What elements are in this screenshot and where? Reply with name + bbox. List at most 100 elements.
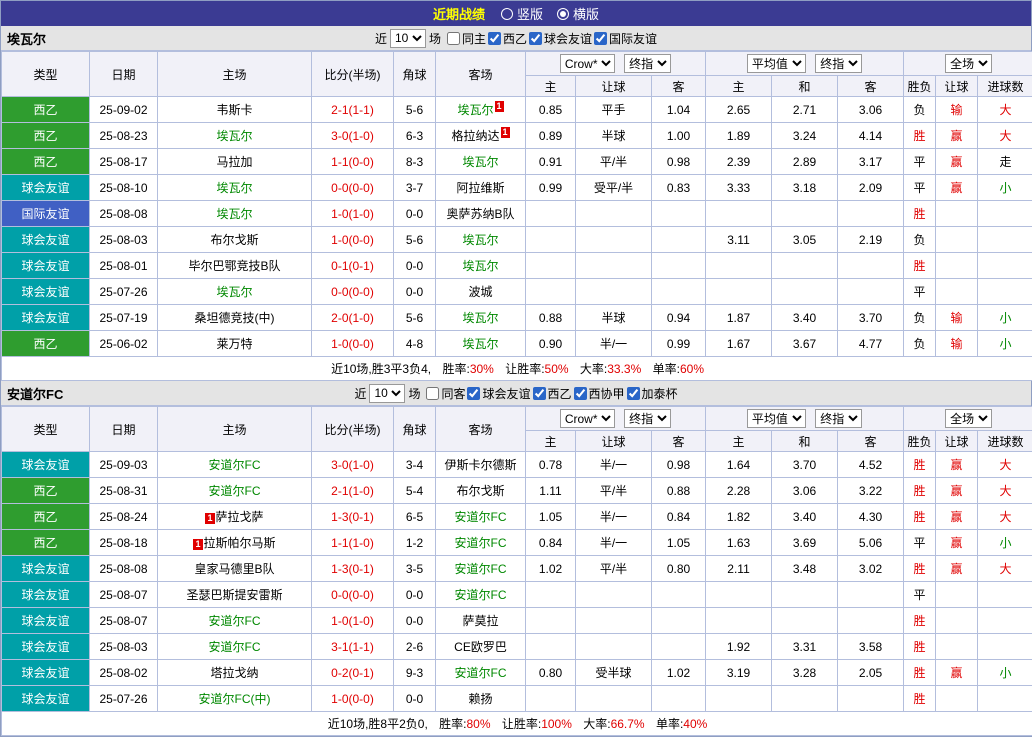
red-card-badge: 1	[193, 539, 202, 550]
same-venue-checkbox[interactable]: 同客	[426, 385, 465, 402]
odds-stage-select-2[interactable]: 终指	[815, 409, 862, 428]
competition-checkbox-input[interactable]	[627, 387, 640, 400]
bookmaker-select[interactable]: Crow*	[560, 54, 615, 73]
odds-stage-select-1[interactable]: 终指	[624, 54, 671, 73]
avg-odds-home	[706, 253, 772, 279]
competition-checkbox-input[interactable]	[488, 32, 501, 45]
avg-odds-away: 4.30	[838, 504, 904, 530]
corners-cell: 5-6	[394, 97, 436, 123]
corners-cell: 8-3	[394, 149, 436, 175]
match-row: 球会友谊 25-07-26 埃瓦尔 0-0(0-0) 0-0 波城 平	[2, 279, 1032, 305]
competition-filter-group: 球会友谊 西乙 西协甲 加泰杯	[465, 385, 677, 402]
radio-icon[interactable]	[557, 8, 569, 20]
handicap-odds-home	[526, 227, 576, 253]
handicap-result-cell: 赢	[936, 556, 978, 582]
layout-radio-option[interactable]: 竖版	[501, 4, 543, 23]
competition-label: 西协甲	[589, 385, 625, 402]
match-row: 球会友谊 25-08-01 毕尔巴鄂竞技B队 0-1(0-1) 0-0 埃瓦尔 …	[2, 253, 1032, 279]
header-row-1: 类型 日期 主场 比分(半场) 角球 客场 Crow* 终指 平均值 终指	[2, 52, 1032, 76]
home-team-name: 埃瓦尔	[216, 207, 252, 221]
avg-odds-home: 1.64	[706, 452, 772, 478]
home-team-cell: 埃瓦尔	[158, 201, 312, 227]
handicap-result-cell: 赢	[936, 149, 978, 175]
handicap-line: 平/半	[576, 149, 652, 175]
match-date: 25-08-08	[90, 201, 158, 227]
odds-stage-select-2[interactable]: 终指	[815, 54, 862, 73]
goals-result-cell: 走	[978, 149, 1032, 175]
handicap-odds-away: 1.00	[652, 123, 706, 149]
fulltime-select[interactable]: 全场	[945, 54, 992, 73]
match-date: 25-09-02	[90, 97, 158, 123]
home-team-cell: 1萨拉戈萨	[158, 504, 312, 530]
home-team-name: 安道尔FC(中)	[199, 692, 271, 706]
radio-icon[interactable]	[501, 8, 513, 20]
sub-home2: 主	[706, 76, 772, 97]
handicap-odds-away	[652, 253, 706, 279]
goals-result-cell	[978, 686, 1032, 712]
avg-odds-away: 3.22	[838, 478, 904, 504]
match-date: 25-07-26	[90, 686, 158, 712]
competition-checkbox-input[interactable]	[533, 387, 546, 400]
col-result: 胜负	[904, 431, 936, 452]
same-venue-checkbox-input[interactable]	[426, 387, 439, 400]
bookmaker-select[interactable]: Crow*	[560, 409, 615, 428]
competition-checkbox[interactable]: 加泰杯	[627, 385, 678, 402]
handicap-odds-home	[526, 253, 576, 279]
corners-cell: 0-0	[394, 582, 436, 608]
competition-checkbox-input[interactable]	[467, 387, 480, 400]
col-goals: 进球数	[978, 76, 1032, 97]
match-row: 球会友谊 25-08-07 圣瑟巴斯提安雷斯 0-0(0-0) 0-0 安道尔F…	[2, 582, 1032, 608]
home-team-cell: 布尔戈斯	[158, 227, 312, 253]
avg-odds-draw: 3.48	[772, 556, 838, 582]
handicap-result-cell	[936, 686, 978, 712]
away-team-cell: 埃瓦尔	[436, 331, 526, 357]
sub-away: 客	[652, 76, 706, 97]
handicap-odds-away	[652, 279, 706, 305]
score-cell: 2-1(1-0)	[312, 478, 394, 504]
away-team-name: 埃瓦尔	[462, 311, 498, 325]
competition-checkbox-input[interactable]	[594, 32, 607, 45]
fulltime-cell: 全场	[904, 407, 1032, 431]
stat-value: 60%	[680, 362, 704, 376]
corners-cell: 5-4	[394, 478, 436, 504]
handicap-line: 半球	[576, 123, 652, 149]
col-score: 比分(半场)	[312, 407, 394, 452]
col-result: 胜负	[904, 76, 936, 97]
competition-checkbox[interactable]: 球会友谊	[529, 30, 592, 47]
competition-checkbox-input[interactable]	[574, 387, 587, 400]
recent-results-page: 近期战绩 竖版 横版 埃瓦尔 近 10 场 同主	[0, 0, 1032, 737]
competition-checkbox[interactable]: 西乙	[533, 385, 572, 402]
handicap-line	[576, 686, 652, 712]
goals-result-cell	[978, 582, 1032, 608]
avg-odds-draw	[772, 279, 838, 305]
stat-value: 66.7%	[611, 717, 645, 731]
away-team-name: 格拉纳达	[451, 129, 499, 143]
competition-checkbox[interactable]: 国际友谊	[594, 30, 657, 47]
col-type: 类型	[2, 52, 90, 97]
recent-count-select[interactable]: 10	[390, 29, 426, 48]
recent-count-select[interactable]: 10	[369, 384, 405, 403]
handicap-odds-away: 0.84	[652, 504, 706, 530]
col-goals: 进球数	[978, 431, 1032, 452]
match-row: 球会友谊 25-08-07 安道尔FC 1-0(1-0) 0-0 萨莫拉 胜	[2, 608, 1032, 634]
fulltime-select[interactable]: 全场	[945, 409, 992, 428]
odds-stage-select-1[interactable]: 终指	[624, 409, 671, 428]
avg-odds-away	[838, 201, 904, 227]
layout-radio-option[interactable]: 横版	[557, 4, 599, 23]
score-cell: 1-0(1-0)	[312, 608, 394, 634]
same-venue-checkbox-input[interactable]	[447, 32, 460, 45]
avg-odds-select[interactable]: 平均值	[747, 54, 806, 73]
match-type-badge: 球会友谊	[2, 253, 90, 279]
competition-checkbox-input[interactable]	[529, 32, 542, 45]
competition-checkbox[interactable]: 西乙	[488, 30, 527, 47]
stat-value: 100%	[541, 717, 572, 731]
avg-odds-away: 4.52	[838, 452, 904, 478]
same-venue-checkbox[interactable]: 同主	[447, 30, 486, 47]
handicap-result-cell: 输	[936, 305, 978, 331]
avg-odds-select[interactable]: 平均值	[747, 409, 806, 428]
competition-checkbox[interactable]: 球会友谊	[467, 385, 530, 402]
competition-checkbox[interactable]: 西协甲	[574, 385, 625, 402]
stat-label: 胜率:	[439, 717, 466, 731]
handicap-result-cell	[936, 279, 978, 305]
handicap-odds-home: 1.05	[526, 504, 576, 530]
